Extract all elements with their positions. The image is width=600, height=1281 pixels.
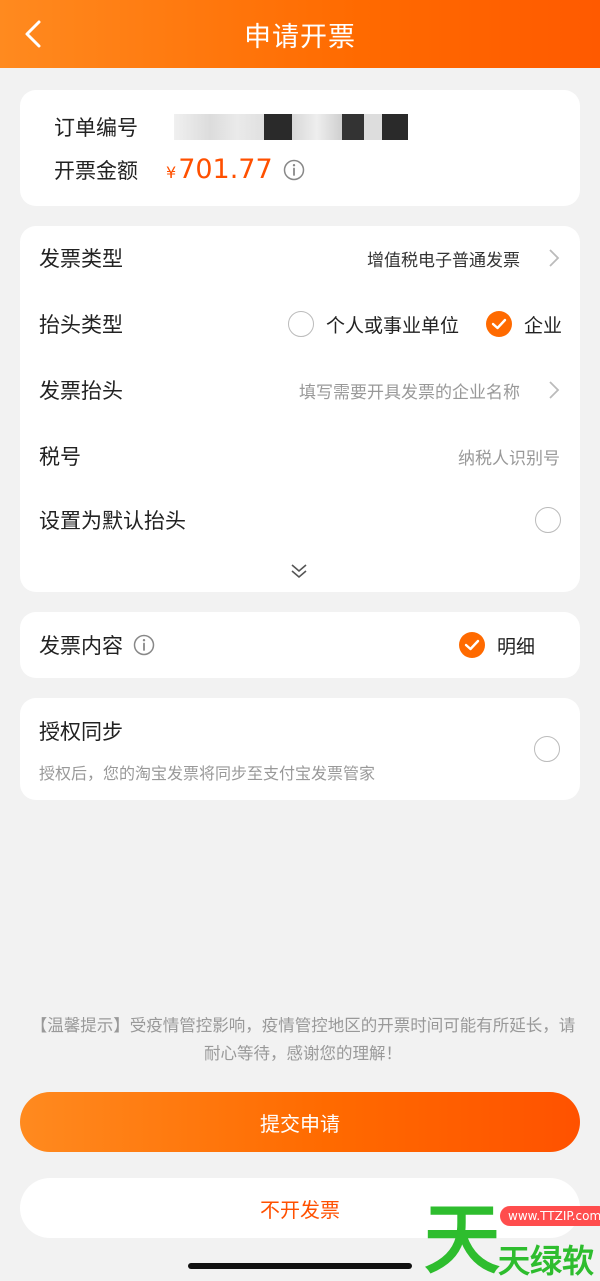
invoice-content-row: 发票内容 明细 <box>20 615 580 675</box>
order-amount-row: 开票金额 ¥ 701.77 <box>54 154 305 185</box>
invoice-content-label: 发票内容 <box>39 634 123 658</box>
submit-button[interactable]: 提交申请 <box>20 1092 580 1152</box>
title-type-option-personal[interactable]: 个人或事业单位 <box>288 311 459 338</box>
invoice-type-row[interactable]: 发票类型 增值税电子普通发票 <box>20 228 580 288</box>
default-title-toggle[interactable] <box>535 507 561 533</box>
order-number-label: 订单编号 <box>54 116 138 140</box>
invoice-type-label: 发票类型 <box>39 247 123 271</box>
invoice-form-card: 发票类型 增值税电子普通发票 抬头类型 个人或事业单位 企业 发票抬头 填写需要… <box>20 226 580 592</box>
invoice-content-card: 发票内容 明细 <box>20 612 580 678</box>
watermark-url: www.TTZIP.com <box>500 1206 600 1226</box>
chevron-left-icon <box>25 20 41 48</box>
default-title-label: 设置为默认抬头 <box>39 509 186 533</box>
title-type-label: 抬头类型 <box>39 313 123 337</box>
page-title: 申请开票 <box>244 21 356 53</box>
warm-tip-notice: 【温馨提示】受疫情管控影响，疫情管控地区的开票时间可能有所延长，请耐心等待，感谢… <box>30 1016 576 1063</box>
invoice-title-row[interactable]: 发票抬头 填写需要开具发票的企业名称 <box>20 360 580 420</box>
content-option-detail[interactable]: 明细 <box>459 632 535 659</box>
order-number-redacted <box>174 114 408 140</box>
tax-id-label: 税号 <box>39 445 81 469</box>
title-type-option-enterprise[interactable]: 企业 <box>486 311 562 338</box>
tax-id-input[interactable]: 纳税人识别号 <box>458 444 560 469</box>
info-icon[interactable] <box>133 634 155 656</box>
auth-sync-description: 授权后，您的淘宝发票将同步至支付宝发票管家 <box>39 764 376 783</box>
invoice-content-label-wrap: 发票内容 <box>39 630 155 660</box>
default-title-row: 设置为默认抬头 <box>20 490 580 550</box>
radio-unchecked-icon <box>288 311 314 337</box>
invoice-title-input[interactable]: 填写需要开具发票的企业名称 <box>299 378 520 403</box>
auth-sync-toggle[interactable] <box>534 736 560 762</box>
amount-value: 701.77 <box>178 154 273 185</box>
auth-sync-card: 授权同步 授权后，您的淘宝发票将同步至支付宝发票管家 <box>20 698 580 800</box>
invoice-title-label: 发票抬头 <box>39 379 123 403</box>
double-chevron-down-icon <box>291 564 307 579</box>
order-summary-card: 订单编号 开票金额 ¥ 701.77 <box>20 90 580 206</box>
app-header: 申请开票 <box>0 0 600 68</box>
order-number-row: 订单编号 <box>54 112 408 142</box>
amount-label: 开票金额 <box>54 158 138 183</box>
radio-checked-icon <box>486 311 512 337</box>
radio-checked-icon <box>459 632 485 658</box>
tax-id-row: 税号 纳税人识别号 <box>20 426 580 486</box>
site-watermark: 天 www.TTZIP.com 天绿软 <box>420 1200 600 1281</box>
watermark-logo-char: 天 <box>424 1195 500 1281</box>
content-option-label: 明细 <box>497 635 536 658</box>
chevron-right-icon <box>549 381 560 399</box>
chevron-right-icon <box>549 249 560 267</box>
home-indicator <box>188 1263 412 1269</box>
back-button[interactable] <box>18 16 48 52</box>
option-enterprise-label: 企业 <box>524 314 563 337</box>
invoice-type-value: 增值税电子普通发票 <box>367 250 520 271</box>
auth-sync-label: 授权同步 <box>39 720 123 744</box>
title-type-row: 抬头类型 个人或事业单位 企业 <box>20 294 580 354</box>
watermark-name: 天绿软 <box>498 1242 595 1280</box>
expand-more-button[interactable] <box>289 562 309 584</box>
currency-symbol: ¥ <box>166 163 177 182</box>
option-personal-label: 个人或事业单位 <box>326 314 460 337</box>
info-icon[interactable] <box>283 159 305 181</box>
